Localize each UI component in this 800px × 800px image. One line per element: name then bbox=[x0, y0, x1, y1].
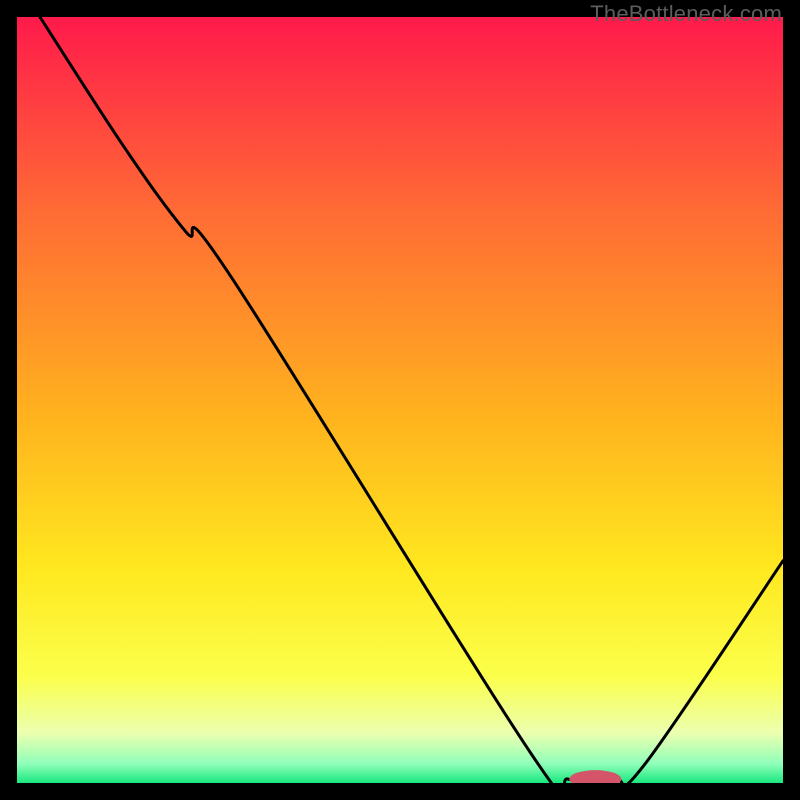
chart-frame bbox=[17, 17, 783, 783]
watermark-text: TheBottleneck.com bbox=[590, 1, 782, 27]
heat-background bbox=[17, 17, 783, 783]
bottleneck-chart bbox=[17, 17, 783, 783]
